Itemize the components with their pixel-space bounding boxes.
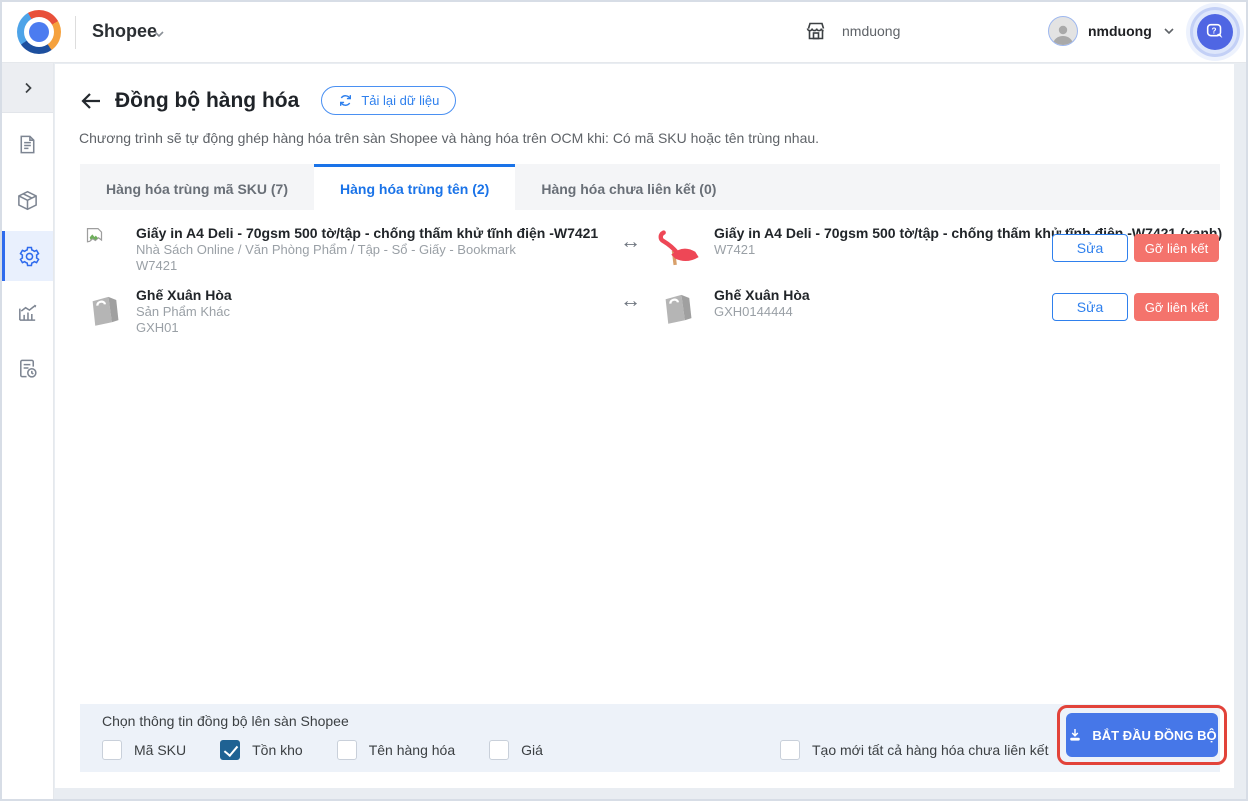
red-highlight-annotation: BẮT ĐẦU ĐỒNG BỘ: [1057, 705, 1227, 765]
store-info: nmduong: [804, 19, 900, 43]
reload-data-button[interactable]: Tải lại dữ liệu: [321, 86, 456, 115]
unlink-button[interactable]: Gỡ liên kết: [1134, 234, 1219, 262]
top-header: Shopee nmduong nmduong: [2, 2, 1246, 63]
option-gia[interactable]: Giá: [489, 740, 543, 760]
tab-not-linked[interactable]: Hàng hóa chưa liên kết (0): [515, 164, 742, 210]
checkbox[interactable]: [220, 740, 240, 760]
checkbox[interactable]: [337, 740, 357, 760]
sidebar: [2, 63, 54, 799]
chevron-down-icon[interactable]: [152, 27, 166, 41]
checkbox[interactable]: [489, 740, 509, 760]
gear-icon: [18, 245, 41, 268]
product-title-ocm: Ghế Xuân Hòa: [136, 287, 606, 304]
tab-duplicate-name[interactable]: Hàng hóa trùng tên (2): [314, 164, 515, 210]
sync-options-bar: Chọn thông tin đồng bộ lên sàn Shopee Mã…: [80, 704, 1220, 772]
link-arrow-icon: ↔: [620, 289, 641, 313]
linked-products-list: Giấy in A4 Deli - 70gsm 500 tờ/tập - chố…: [55, 222, 1234, 340]
checkbox[interactable]: [780, 740, 800, 760]
sync-options-label: Chọn thông tin đồng bộ lên sàn Shopee: [102, 713, 349, 729]
edit-button[interactable]: Sửa: [1052, 293, 1128, 321]
checkbox-label: Giá: [521, 742, 543, 758]
product-category: Nhà Sách Online / Văn Phòng Phẩm / Tập -…: [136, 242, 606, 258]
product-image-heel: [655, 224, 701, 270]
checkbox-label: Tồn kho: [252, 742, 303, 758]
product-sku: W7421: [136, 258, 606, 274]
help-chat-button[interactable]: ?: [1197, 14, 1233, 50]
checkbox-label: Tên hàng hóa: [369, 742, 455, 758]
channel-selector[interactable]: Shopee: [92, 21, 157, 42]
page-title: Đồng bộ hàng hóa: [115, 89, 299, 113]
table-row: Ghế Xuân Hòa Sản Phẩm Khác GXH01 ↔ Ghế X…: [55, 284, 1234, 340]
main-content: Đồng bộ hàng hóa Tải lại dữ liệu Chương …: [55, 64, 1234, 788]
report-clock-icon: [16, 357, 39, 380]
reload-data-label: Tải lại dữ liệu: [361, 93, 439, 108]
sidebar-item-orders[interactable]: [2, 119, 53, 169]
sidebar-item-analytics[interactable]: [2, 287, 53, 337]
tab-label: Hàng hóa trùng mã SKU (7): [106, 181, 288, 197]
sidebar-item-reports[interactable]: [2, 343, 53, 393]
document-icon: [16, 133, 39, 156]
page-description: Chương trình sẽ tự động ghép hàng hóa tr…: [79, 130, 819, 146]
back-arrow-button[interactable]: [79, 89, 103, 113]
edit-button[interactable]: Sửa: [1052, 234, 1128, 262]
package-icon: [16, 189, 39, 212]
refresh-icon: [338, 93, 353, 108]
option-ton-kho[interactable]: Tồn kho: [220, 740, 303, 760]
tab-label: Hàng hóa chưa liên kết (0): [541, 181, 716, 197]
sidebar-item-settings[interactable]: [2, 231, 53, 281]
tab-label: Hàng hóa trùng tên (2): [340, 181, 489, 197]
option-ten-hang-hoa[interactable]: Tên hàng hóa: [337, 740, 455, 760]
chart-icon: [16, 301, 39, 324]
product-category: Sản Phẩm Khác: [136, 304, 606, 320]
svg-text:?: ?: [1212, 26, 1217, 35]
app-window: Shopee nmduong nmduong: [0, 0, 1248, 801]
start-sync-label: BẮT ĐẦU ĐỒNG BỘ: [1092, 728, 1216, 743]
header-divider: [75, 16, 76, 49]
broken-image-icon: [84, 226, 105, 247]
sidebar-expand-button[interactable]: [2, 63, 53, 113]
chevron-down-icon[interactable]: [1162, 24, 1176, 38]
storefront-icon: [804, 19, 828, 43]
option-ma-sku[interactable]: Mã SKU: [102, 740, 186, 760]
option-create-all-unlinked[interactable]: Tạo mới tất cả hàng hóa chưa liên kết: [780, 740, 1048, 760]
avatar: [1048, 16, 1078, 46]
tab-duplicate-sku[interactable]: Hàng hóa trùng mã SKU (7): [80, 164, 314, 210]
unlink-button[interactable]: Gỡ liên kết: [1134, 293, 1219, 321]
ocm-logo-icon[interactable]: [17, 10, 61, 54]
store-name: nmduong: [842, 23, 900, 39]
product-sku: GXH01: [136, 320, 606, 336]
user-menu[interactable]: nmduong: [1048, 16, 1176, 46]
placeholder-bag-icon: [656, 287, 698, 329]
checkbox-label: Mã SKU: [134, 742, 186, 758]
start-sync-button[interactable]: BẮT ĐẦU ĐỒNG BỘ: [1066, 713, 1218, 757]
download-icon: [1067, 727, 1083, 743]
checkbox-label: Tạo mới tất cả hàng hóa chưa liên kết: [812, 742, 1048, 758]
user-name: nmduong: [1088, 23, 1152, 39]
sidebar-item-products[interactable]: [2, 175, 53, 225]
tab-bar: Hàng hóa trùng mã SKU (7) Hàng hóa trùng…: [80, 164, 1220, 210]
placeholder-bag-icon: [83, 289, 125, 331]
table-row: Giấy in A4 Deli - 70gsm 500 tờ/tập - chố…: [55, 222, 1234, 284]
link-arrow-icon: ↔: [620, 230, 641, 254]
checkbox[interactable]: [102, 740, 122, 760]
question-chat-icon: ?: [1204, 21, 1226, 43]
product-title-ocm: Giấy in A4 Deli - 70gsm 500 tờ/tập - chố…: [136, 225, 606, 242]
